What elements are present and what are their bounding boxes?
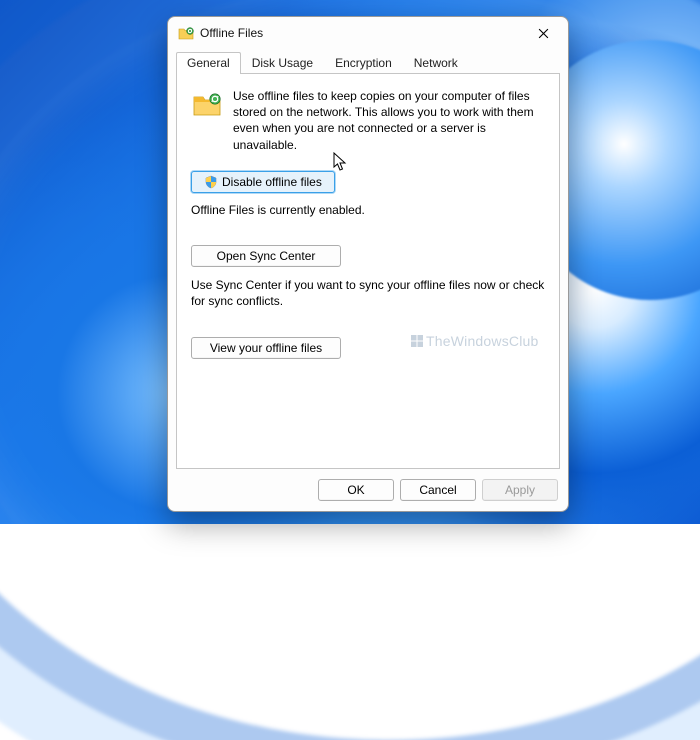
- tab-network[interactable]: Network: [403, 52, 469, 74]
- window-title: Offline Files: [200, 26, 520, 40]
- button-label: Apply: [505, 483, 535, 497]
- info-row: Use offline files to keep copies on your…: [191, 88, 545, 153]
- mouse-cursor-icon: [333, 152, 351, 174]
- sync-center-help-text: Use Sync Center if you want to sync your…: [191, 277, 545, 309]
- tab-general[interactable]: General: [176, 52, 241, 74]
- button-label: Cancel: [419, 483, 456, 497]
- tab-label: Encryption: [335, 56, 392, 70]
- tab-label: Disk Usage: [252, 56, 313, 70]
- offline-files-app-icon: [178, 25, 194, 41]
- cancel-button[interactable]: Cancel: [400, 479, 476, 501]
- button-label: Disable offline files: [222, 175, 322, 189]
- close-button[interactable]: [520, 18, 566, 48]
- offline-files-folder-icon: [191, 88, 223, 120]
- view-offline-files-button[interactable]: View your offline files: [191, 337, 341, 359]
- button-label: Open Sync Center: [217, 249, 316, 263]
- button-label: View your offline files: [210, 341, 322, 355]
- title-bar: Offline Files: [168, 17, 568, 49]
- close-icon: [538, 28, 549, 39]
- tab-encryption[interactable]: Encryption: [324, 52, 403, 74]
- tab-disk-usage[interactable]: Disk Usage: [241, 52, 324, 74]
- tab-panel-general: Use offline files to keep copies on your…: [176, 73, 560, 469]
- status-text: Offline Files is currently enabled.: [191, 203, 545, 217]
- button-label: OK: [347, 483, 364, 497]
- tab-label: Network: [414, 56, 458, 70]
- disable-offline-files-button[interactable]: Disable offline files: [191, 171, 335, 193]
- description-text: Use offline files to keep copies on your…: [233, 88, 545, 153]
- open-sync-center-button[interactable]: Open Sync Center: [191, 245, 341, 267]
- uac-shield-icon: [204, 175, 218, 189]
- dialog-footer: OK Cancel Apply: [168, 473, 568, 511]
- apply-button: Apply: [482, 479, 558, 501]
- tab-label: General: [187, 56, 230, 70]
- offline-files-dialog: Offline Files General Disk Usage Encrypt…: [167, 16, 569, 512]
- ok-button[interactable]: OK: [318, 479, 394, 501]
- tab-bar: General Disk Usage Encryption Network: [168, 51, 568, 73]
